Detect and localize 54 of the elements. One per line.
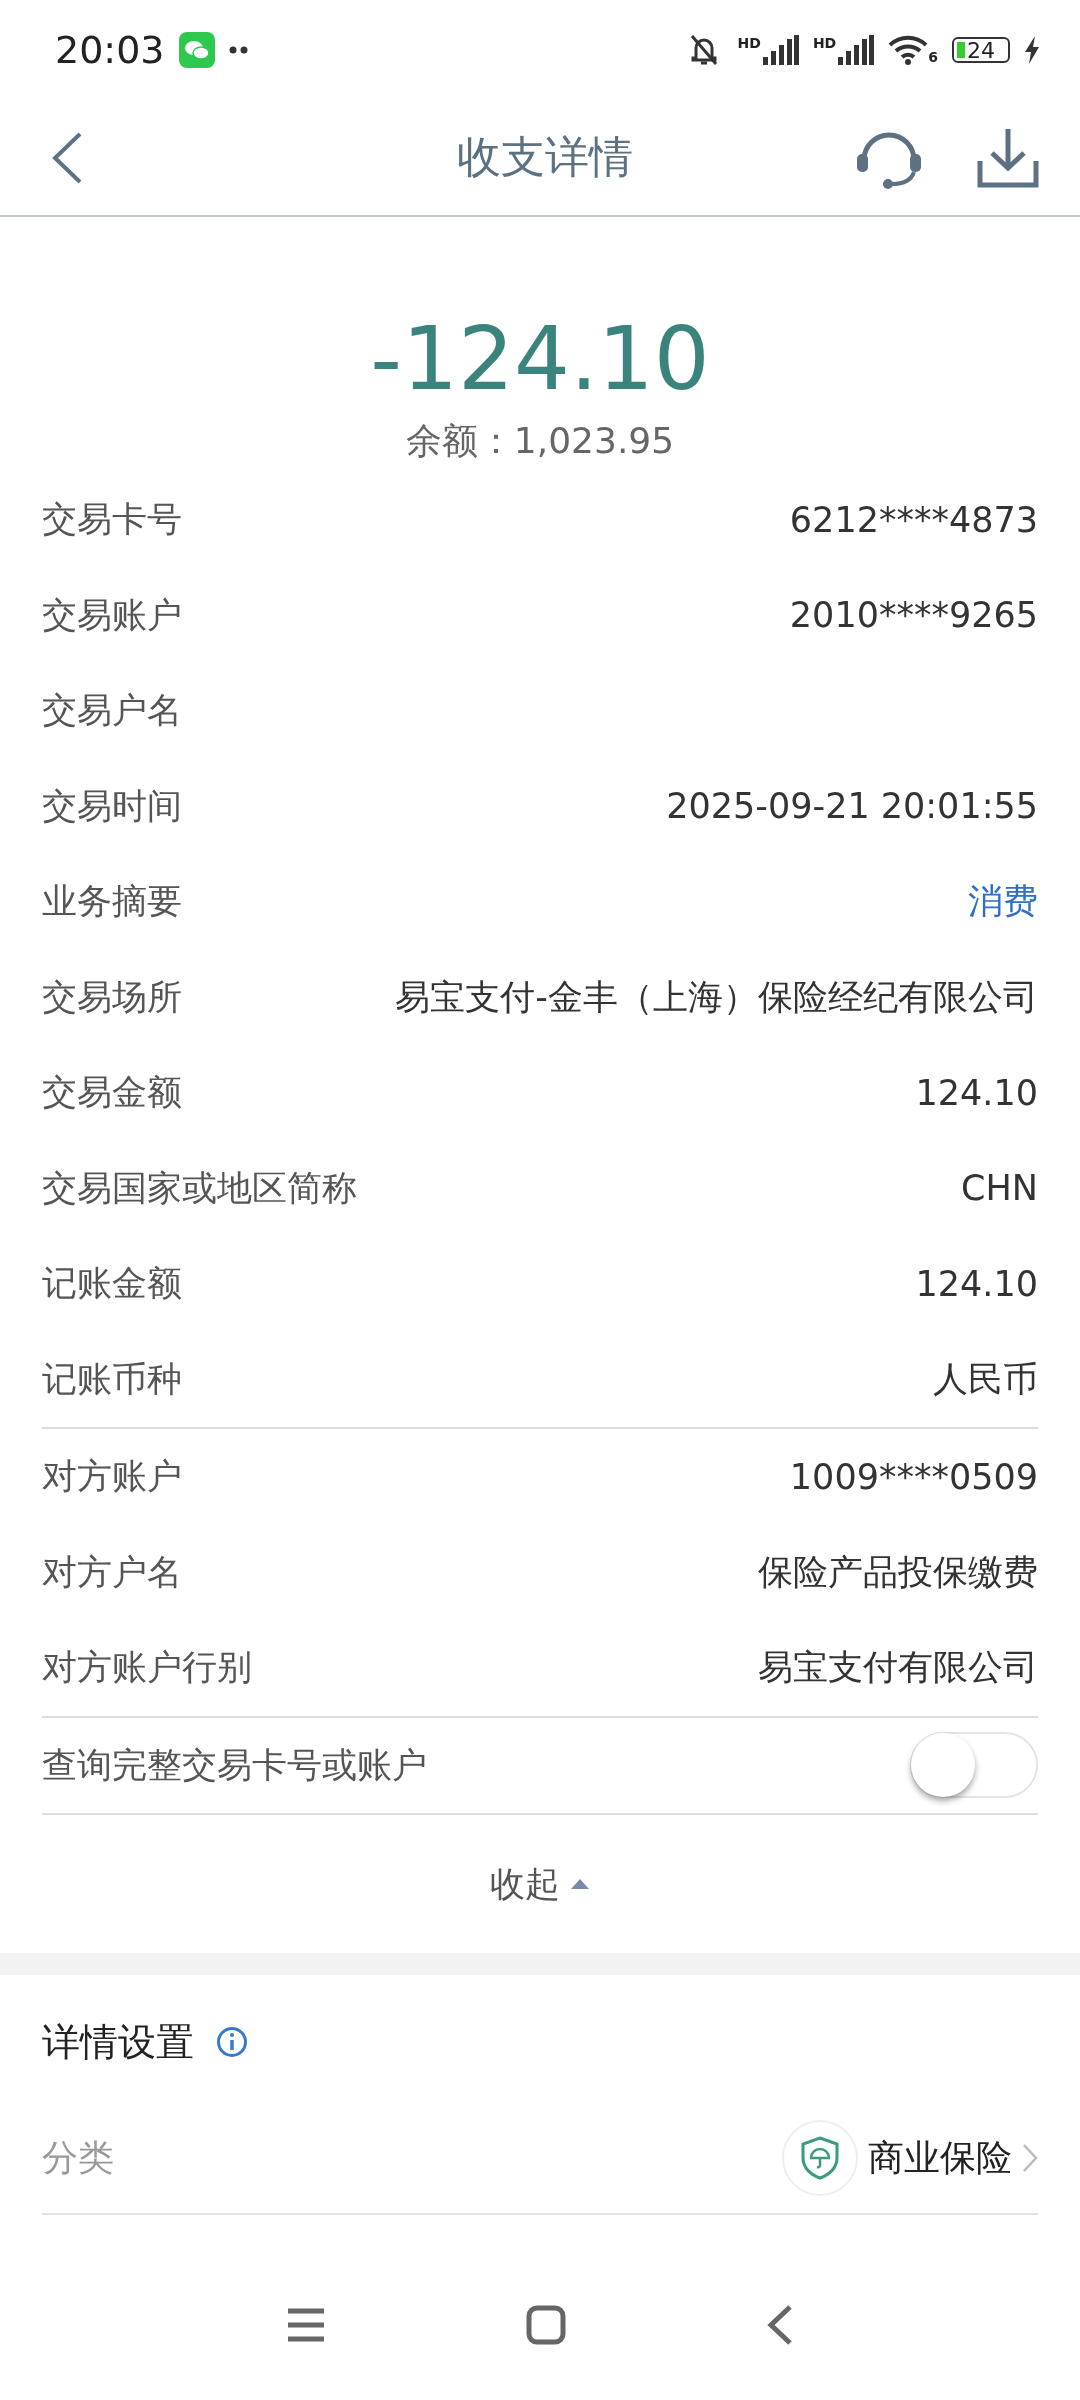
wifi-icon [888,35,929,65]
field-value: 124.10 [915,1263,1038,1304]
download-button[interactable] [976,126,1040,189]
back-button[interactable] [766,2304,794,2346]
info-icon[interactable] [216,2026,248,2058]
status-time: 20:03 [55,28,165,72]
signal-bars-icon [838,35,875,65]
field-label: 交易账户 [42,593,182,637]
field-value: 易宝支付有限公司 [758,1646,1038,1690]
field-value: 人民币 [933,1357,1038,1401]
toggle-label: 查询完整交易卡号或账户 [42,1743,427,1787]
category-selector[interactable]: 商业保险 [782,2120,1038,2196]
wifi-standard-label: 6 [928,49,938,65]
field-value: 2010****9265 [789,595,1038,636]
chat-app-icon [178,32,215,68]
charging-icon [1024,36,1040,64]
section-title: 详情设置 [42,2018,194,2066]
toggle-switch[interactable] [910,1732,1038,1799]
field-label: 交易卡号 [42,498,182,542]
field-label: 记账金额 [42,1262,182,1306]
field-label: 对方账户行别 [42,1646,252,1690]
field-label: 业务摘要 [42,880,182,924]
field-label: 记账币种 [42,1357,182,1401]
balance-text: 余额：1,023.95 [405,419,675,463]
collapse-button[interactable]: 收起 [42,1815,1038,1953]
network-type-label: HD [812,35,837,51]
shield-umbrella-icon [800,2136,840,2180]
signal-bars-icon [762,35,799,65]
field-label: 交易时间 [42,784,182,828]
caret-up-icon [570,1878,590,1890]
battery-icon: 24 [952,37,1010,63]
chevron-right-icon [1022,2143,1038,2173]
field-label: 分类 [42,2135,115,2180]
page-title: 收支详情 [457,130,633,184]
menu-button[interactable] [286,2307,326,2343]
field-value: 保险产品投保缴费 [758,1550,1038,1594]
back-button[interactable] [50,130,84,185]
field-label: 对方户名 [42,1550,182,1594]
field-value: 6212****4873 [789,499,1038,540]
field-label: 对方账户 [42,1455,182,1499]
field-label: 交易户名 [42,689,182,733]
more-notifications-icon [228,46,249,54]
summary-link[interactable]: 消费 [968,878,1038,926]
field-value: CHN [961,1168,1038,1209]
network-type-label: HD [737,35,761,51]
home-button[interactable] [526,2305,566,2345]
transaction-amount: -124.10 [370,315,710,403]
field-label: 交易国家或地区简称 [42,1166,357,1210]
field-value: 1009****0509 [789,1456,1038,1497]
field-value: 易宝支付-金丰（上海）保险经纪有限公司 [395,975,1038,1019]
field-value: 2025-09-21 20:01:55 [666,786,1038,827]
field-label: 交易金额 [42,1071,182,1115]
field-value: 124.10 [915,1072,1038,1113]
field-label: 交易场所 [42,975,182,1019]
